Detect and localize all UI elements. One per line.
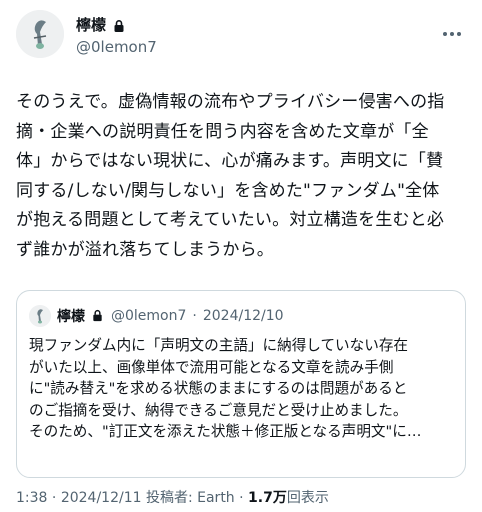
poster-label: 投稿者: Earth bbox=[145, 490, 235, 506]
quote-handle: @0lemon7 bbox=[111, 308, 187, 324]
lock-icon bbox=[112, 18, 126, 32]
views-count: 1.7万 bbox=[248, 490, 287, 506]
quote-avatar bbox=[29, 305, 51, 327]
user-handle[interactable]: @0lemon7 bbox=[76, 38, 157, 56]
quote-date: 2024/12/10 bbox=[202, 308, 284, 324]
quote-separator: · bbox=[192, 308, 197, 324]
post-time[interactable]: 1:38 bbox=[16, 490, 47, 506]
quote-text: 現ファンダム内に「声明文の主語」に納得していない存在 がいた以上、画像単体で流用… bbox=[29, 337, 422, 440]
views-label: 回表示 bbox=[286, 490, 329, 506]
more-icon[interactable] bbox=[440, 22, 464, 46]
display-name[interactable]: 檸檬 bbox=[76, 16, 106, 34]
tweet-header: 檸檬 @0lemon7 bbox=[16, 10, 466, 62]
footer-separator: · bbox=[239, 490, 244, 506]
quote-display-name: 檸檬 bbox=[57, 309, 85, 325]
tweet-footer: 1:38 · 2024/12/11 投稿者: Earth · 1.7万回表示 bbox=[16, 487, 329, 507]
lock-icon bbox=[91, 309, 105, 323]
quoted-tweet[interactable]: 檸檬 @0lemon7 · 2024/12/10 現ファンダム内に「声明文の主語… bbox=[16, 290, 466, 478]
post-date[interactable]: 2024/12/11 bbox=[61, 490, 142, 506]
avatar[interactable] bbox=[16, 10, 64, 58]
tweet-text: そのうえで。虚偽情報の流布やプライバシー侵害への指 摘・企業への説明責任を問う内… bbox=[16, 92, 445, 260]
footer-separator: · bbox=[51, 490, 57, 506]
